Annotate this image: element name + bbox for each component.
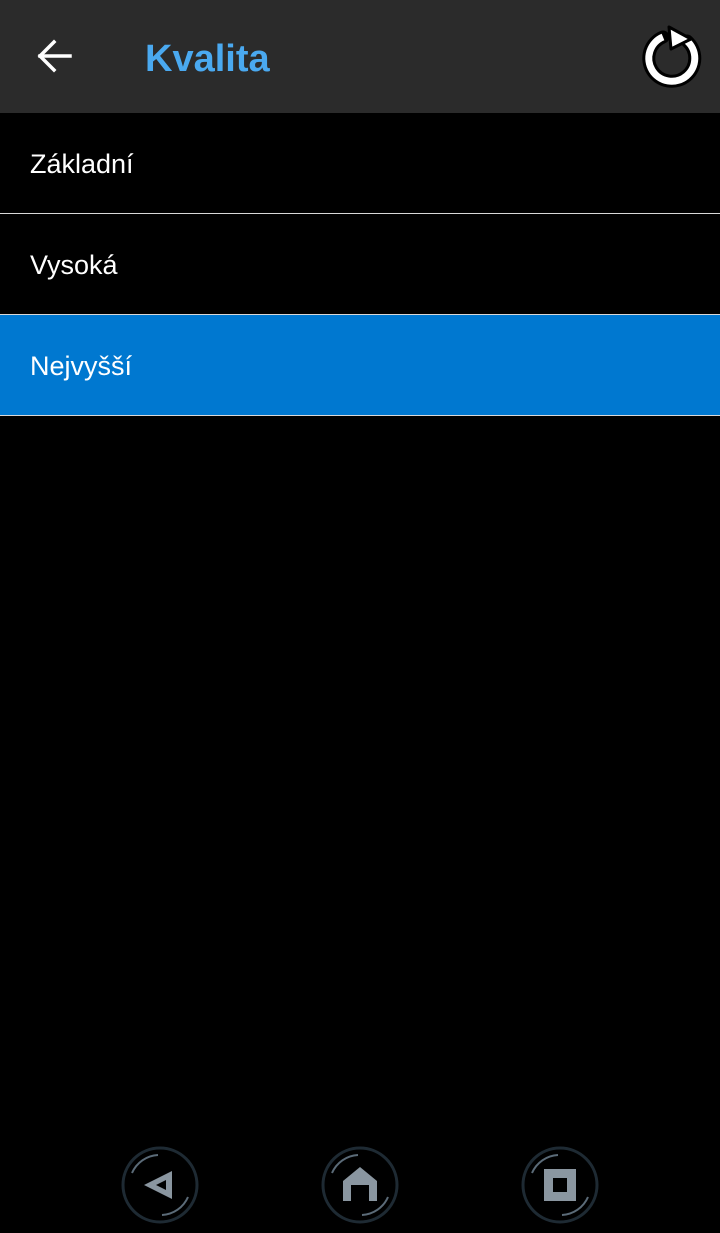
- nav-home-button[interactable]: [318, 1143, 402, 1227]
- nav-recents-button[interactable]: [518, 1143, 602, 1227]
- quality-list: Základní Vysoká Nejvyšší: [0, 113, 720, 416]
- back-button[interactable]: [20, 23, 90, 89]
- reset-button[interactable]: [638, 22, 708, 92]
- arrow-left-icon: [37, 39, 72, 73]
- quality-option-basic[interactable]: Základní: [0, 113, 720, 214]
- system-nav-bar: [0, 1133, 720, 1233]
- option-label: Vysoká: [30, 250, 118, 280]
- rotate-cw-icon: [642, 25, 702, 88]
- option-label: Nejvyšší: [30, 351, 133, 381]
- quality-option-high[interactable]: Vysoká: [0, 214, 720, 315]
- square-recents-icon: [521, 1146, 599, 1224]
- nav-back-button[interactable]: [118, 1143, 202, 1227]
- page-title: Kvalita: [145, 38, 270, 80]
- option-label: Základní: [30, 149, 134, 179]
- quality-option-highest[interactable]: Nejvyšší: [0, 315, 720, 416]
- house-icon: [321, 1146, 399, 1224]
- triangle-back-icon: [121, 1146, 199, 1224]
- quality-screen: Kvalita Základní Vysoká Nejvyšší: [0, 0, 720, 1233]
- app-bar: Kvalita: [0, 0, 720, 113]
